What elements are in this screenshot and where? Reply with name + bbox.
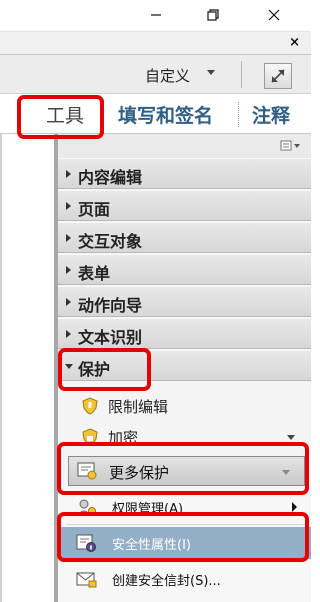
chevron-down-icon[interactable] (287, 435, 295, 440)
section-label: 交互对象 (78, 232, 143, 251)
section-interactive-objects[interactable]: 交互对象 (58, 222, 311, 253)
expand-triangle-icon (66, 266, 71, 274)
restrict-editing-label: 限制编辑 (108, 398, 169, 416)
section-label: 文本识别 (78, 328, 143, 347)
highlight-protection-section (58, 348, 151, 391)
section-action-wizard[interactable]: 动作向导 (58, 286, 311, 317)
highlight-tools-tab (17, 95, 104, 139)
section-label: 内容编辑 (78, 168, 143, 187)
shield-icon (80, 396, 100, 416)
minimize-icon[interactable] (146, 6, 166, 24)
expand-triangle-icon (66, 298, 71, 306)
section-label: 表单 (78, 264, 111, 283)
section-forms[interactable]: 表单 (58, 254, 311, 285)
restore-icon[interactable] (203, 6, 223, 24)
section-content-editing[interactable]: 内容编辑 (58, 158, 311, 189)
submenu-arrow-icon (292, 502, 297, 512)
expand-arrows-icon[interactable] (264, 63, 292, 89)
expand-triangle-icon (66, 234, 71, 242)
secure-envelope-icon (76, 569, 98, 593)
panel-options-icon[interactable] (280, 139, 306, 153)
restrict-editing-item[interactable]: 限制编辑 (58, 391, 311, 421)
menu-item-create-secure-envelope[interactable]: 创建安全信封(S)... (58, 563, 311, 595)
toolbar-divider (241, 61, 242, 88)
close-icon[interactable] (264, 6, 284, 24)
window-title-bar (0, 0, 311, 31)
tab-comment[interactable]: 注释 (252, 101, 290, 128)
tab-fill-and-sign[interactable]: 填写和签名 (118, 101, 213, 128)
document-edge (0, 134, 2, 602)
section-text-recognition[interactable]: 文本识别 (58, 318, 311, 349)
section-label: 页面 (78, 200, 111, 219)
expand-triangle-icon (66, 170, 71, 178)
highlight-more-protection (57, 442, 309, 495)
section-pages[interactable]: 页面 (58, 190, 311, 221)
customize-dropdown[interactable]: 自定义 (145, 65, 190, 86)
expand-triangle-icon (66, 202, 71, 210)
chevron-down-icon[interactable] (207, 70, 215, 75)
close-document-button[interactable]: × (289, 35, 300, 50)
document-tab-strip: × (0, 31, 311, 55)
section-label: 动作向导 (78, 296, 143, 315)
menu-item-label: 创建安全信封(S)... (112, 574, 221, 589)
highlight-security-properties (57, 512, 309, 562)
expand-triangle-icon (66, 330, 71, 338)
tab-divider (238, 102, 239, 127)
document-area[interactable] (0, 134, 54, 602)
